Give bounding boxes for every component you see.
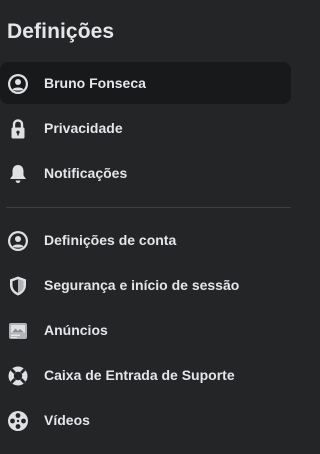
shield-icon bbox=[10, 276, 26, 296]
lifebuoy-icon bbox=[8, 366, 28, 386]
sidebar-item-label: Vídeos bbox=[44, 412, 90, 428]
sidebar-item-ads[interactable]: Anúncios bbox=[0, 309, 291, 351]
film-reel-icon bbox=[8, 411, 28, 431]
settings-sidebar: Definições Bruno Fonseca Privacidade Not… bbox=[0, 0, 307, 454]
sidebar-item-label: Bruno Fonseca bbox=[44, 75, 146, 91]
ads-card-icon bbox=[9, 323, 27, 339]
lock-icon bbox=[11, 119, 25, 139]
sidebar-item-security[interactable]: Segurança e início de sessão bbox=[0, 264, 291, 306]
sidebar-item-label: Anúncios bbox=[44, 322, 108, 338]
page-title: Definições bbox=[7, 20, 115, 43]
sidebar-item-label: Definições de conta bbox=[44, 232, 177, 248]
sidebar-item-notifications[interactable]: Notificações bbox=[0, 152, 291, 194]
sidebar-item-support-inbox[interactable]: Caixa de Entrada de Suporte bbox=[0, 354, 291, 396]
sidebar-item-profile[interactable]: Bruno Fonseca bbox=[0, 62, 291, 104]
user-circle-icon bbox=[8, 74, 28, 94]
section-divider bbox=[6, 207, 291, 208]
sidebar-item-label: Segurança e início de sessão bbox=[44, 277, 240, 293]
user-circle-icon bbox=[8, 231, 28, 251]
sidebar-item-videos[interactable]: Vídeos bbox=[0, 399, 291, 441]
bell-icon bbox=[10, 165, 26, 183]
sidebar-item-label: Notificações bbox=[44, 165, 128, 181]
sidebar-item-label: Privacidade bbox=[44, 120, 123, 136]
sidebar-item-label: Caixa de Entrada de Suporte bbox=[44, 367, 235, 383]
sidebar-item-privacy[interactable]: Privacidade bbox=[0, 107, 291, 149]
sidebar-item-account-settings[interactable]: Definições de conta bbox=[0, 219, 291, 261]
